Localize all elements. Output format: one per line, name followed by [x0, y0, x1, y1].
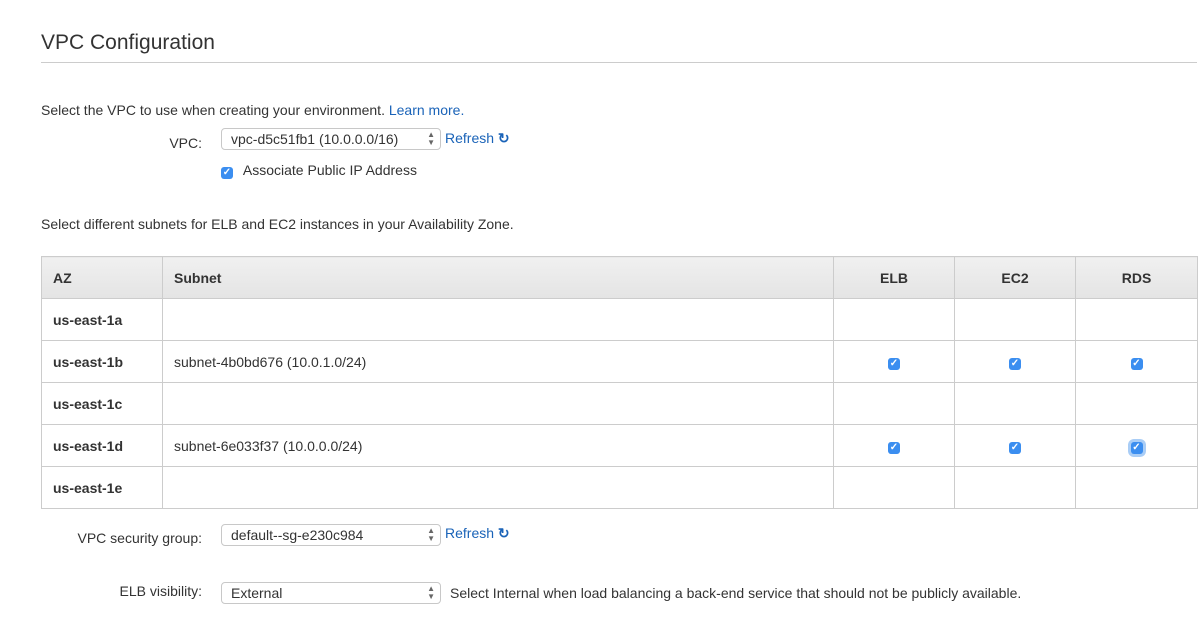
ec2-checkbox[interactable]: ✓ — [1009, 442, 1021, 454]
refresh-icon: ↻ — [497, 525, 510, 541]
table-header-row: AZ Subnet ELB EC2 RDS — [41, 256, 1198, 299]
elb-cell — [833, 298, 955, 341]
rds-cell — [1075, 466, 1198, 509]
vpc-label: VPC: — [169, 135, 202, 151]
table-row: us-east-1b subnet-4b0bd676 (10.0.1.0/24) ✓… — [41, 340, 1198, 383]
elb-visibility-value: External — [231, 585, 283, 601]
subnet-cell: subnet-4b0bd676 (10.0.1.0/24) — [162, 340, 834, 383]
security-group-label: VPC security group: — [77, 530, 203, 546]
vpc-refresh-link[interactable]: Refresh ↻ — [445, 130, 510, 147]
refresh-label: Refresh — [445, 130, 495, 146]
elb-checkbox[interactable]: ✓ — [888, 442, 900, 454]
elb-cell[interactable]: ✓ — [833, 340, 955, 383]
elb-cell — [833, 466, 955, 509]
elb-visibility-label: ELB visibility: — [119, 583, 202, 599]
refresh-icon: ↻ — [497, 130, 510, 146]
elb-cell — [833, 382, 955, 425]
elb-visibility-select[interactable]: External ▲ ▼ — [221, 582, 441, 604]
rds-cell[interactable]: ✓ — [1075, 340, 1198, 383]
subnet-cell: subnet-6e033f37 (10.0.0.0/24) — [162, 424, 834, 467]
security-group-refresh-link[interactable]: Refresh ↻ — [445, 525, 510, 542]
select-arrows-icon: ▲ ▼ — [427, 130, 435, 147]
select-arrows-icon: ▲ ▼ — [427, 584, 435, 601]
elb-cell[interactable]: ✓ — [833, 424, 955, 467]
learn-more-link[interactable]: Learn more. — [389, 102, 464, 118]
associate-ip-label: Associate Public IP Address — [242, 162, 417, 178]
az-cell: us-east-1a — [41, 298, 163, 341]
header-subnet: Subnet — [162, 256, 834, 299]
az-cell: us-east-1e — [41, 466, 163, 509]
az-cell: us-east-1b — [41, 340, 163, 383]
divider — [41, 62, 1197, 63]
page-title: VPC Configuration — [41, 31, 215, 54]
table-row: us-east-1c — [41, 382, 1198, 425]
refresh-label: Refresh — [445, 525, 495, 541]
table-row: us-east-1e — [41, 466, 1198, 509]
rds-cell — [1075, 298, 1198, 341]
rds-cell[interactable]: ✓ — [1075, 424, 1198, 467]
rds-checkbox[interactable]: ✓ — [1130, 442, 1143, 454]
vpc-intro: Select the VPC to use when creating your… — [41, 102, 464, 118]
associate-ip-row[interactable]: ✓ Associate Public IP Address — [221, 162, 417, 179]
subnet-cell — [162, 298, 834, 341]
subnet-cell — [162, 466, 834, 509]
table-row: us-east-1d subnet-6e033f37 (10.0.0.0/24) ✓… — [41, 424, 1198, 467]
ec2-checkbox[interactable]: ✓ — [1009, 358, 1021, 370]
subnet-cell — [162, 382, 834, 425]
header-az: AZ — [41, 256, 163, 299]
associate-ip-checkbox[interactable]: ✓ — [221, 167, 233, 179]
ec2-cell — [954, 466, 1076, 509]
intro-text: Select the VPC to use when creating your… — [41, 102, 385, 118]
subnet-table: AZ Subnet ELB EC2 RDS us-east-1a us-east-… — [41, 256, 1198, 509]
ec2-cell — [954, 382, 1076, 425]
header-rds: RDS — [1075, 256, 1198, 299]
select-arrows-icon: ▲ ▼ — [427, 526, 435, 543]
ec2-cell[interactable]: ✓ — [954, 424, 1076, 467]
vpc-select[interactable]: vpc-d5c51fb1 (10.0.0.0/16) ▲ ▼ — [221, 128, 441, 150]
ec2-cell[interactable]: ✓ — [954, 340, 1076, 383]
header-ec2: EC2 — [954, 256, 1076, 299]
elb-visibility-help: Select Internal when load balancing a ba… — [450, 585, 1022, 601]
ec2-cell — [954, 298, 1076, 341]
header-elb: ELB — [833, 256, 955, 299]
security-group-select[interactable]: default--sg-e230c984 ▲ ▼ — [221, 524, 441, 546]
security-group-value: default--sg-e230c984 — [231, 527, 364, 543]
rds-cell — [1075, 382, 1198, 425]
elb-checkbox[interactable]: ✓ — [888, 358, 900, 370]
az-cell: us-east-1d — [41, 424, 163, 467]
subnet-intro: Select different subnets for ELB and EC2… — [41, 216, 514, 232]
table-row: us-east-1a — [41, 298, 1198, 341]
rds-checkbox[interactable]: ✓ — [1130, 358, 1143, 370]
az-cell: us-east-1c — [41, 382, 163, 425]
vpc-select-value: vpc-d5c51fb1 (10.0.0.0/16) — [231, 131, 399, 147]
